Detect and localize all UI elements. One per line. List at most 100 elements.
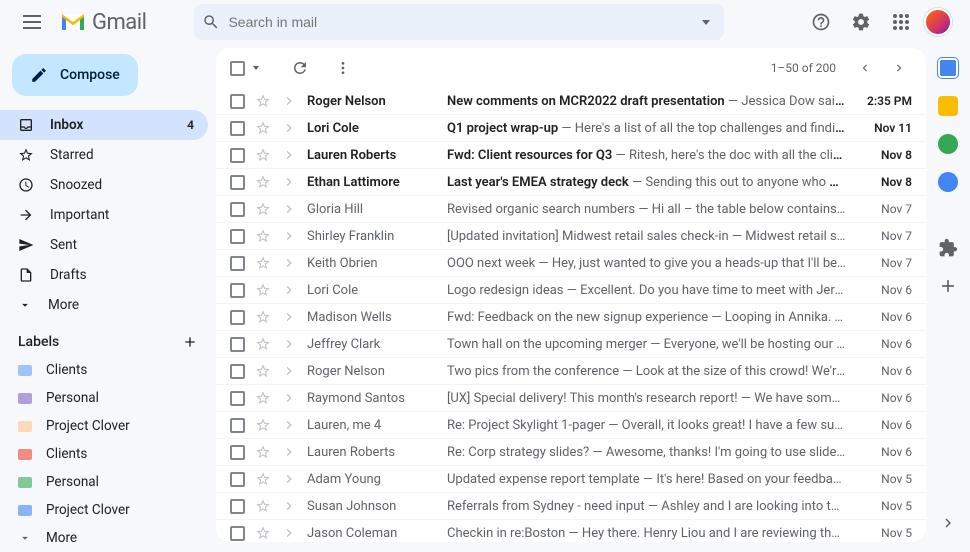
star-icon[interactable] (255, 174, 271, 190)
star-icon[interactable] (255, 336, 271, 352)
compose-button[interactable]: Compose (12, 54, 138, 96)
star-icon[interactable] (255, 363, 271, 379)
more-button[interactable] (335, 60, 351, 76)
important-icon[interactable] (281, 444, 297, 460)
support-button[interactable] (804, 5, 838, 39)
mail-checkbox[interactable] (230, 364, 245, 379)
mail-row[interactable]: Jason ColemanCheckin in re:Boston — Hey … (216, 520, 926, 542)
mail-row[interactable]: Madison WellsFwd: Feedback on the new si… (216, 304, 926, 331)
important-icon[interactable] (281, 471, 297, 487)
mail-checkbox[interactable] (230, 499, 245, 514)
mail-row[interactable]: Ethan LattimoreLast year's EMEA strategy… (216, 169, 926, 196)
select-menu-caret[interactable] (253, 66, 259, 70)
nav-important[interactable]: Important (0, 200, 208, 230)
star-icon[interactable] (255, 471, 271, 487)
refresh-button[interactable] (291, 59, 309, 77)
collapse-panel-button[interactable] (939, 514, 957, 532)
mail-row[interactable]: Jeffrey ClarkTown hall on the upcoming m… (216, 331, 926, 358)
star-icon[interactable] (255, 417, 271, 433)
mail-row[interactable]: Lauren RobertsFwd: Client resources for … (216, 142, 926, 169)
nav-sent[interactable]: Sent (0, 230, 208, 260)
mail-row[interactable]: Lauren, me 4Re: Project Skylight 1-pager… (216, 412, 926, 439)
important-icon[interactable] (281, 417, 297, 433)
label-item[interactable]: Clients (0, 440, 208, 468)
mail-row[interactable]: Roger NelsonTwo pics from the conference… (216, 358, 926, 385)
important-icon[interactable] (281, 390, 297, 406)
mail-row[interactable]: Raymond Santos[UX] Special delivery! Thi… (216, 385, 926, 412)
mail-checkbox[interactable] (230, 121, 245, 136)
nav-starred[interactable]: Starred (0, 140, 208, 170)
nav-more[interactable]: More (0, 290, 208, 320)
mail-checkbox[interactable] (230, 391, 245, 406)
mail-row[interactable]: Lori ColeQ1 project wrap-up — Here's a l… (216, 115, 926, 142)
star-icon[interactable] (255, 93, 271, 109)
main-menu-button[interactable] (12, 2, 52, 42)
settings-button[interactable] (844, 5, 878, 39)
mail-checkbox[interactable] (230, 310, 245, 325)
search-bar[interactable] (194, 4, 724, 40)
label-item[interactable]: Project Clover (0, 412, 208, 440)
star-icon[interactable] (255, 201, 271, 217)
select-all-checkbox[interactable] (230, 61, 245, 76)
mail-row[interactable]: Lori ColeLogo redesign ideas — Excellent… (216, 277, 926, 304)
calendar-app-icon[interactable] (938, 58, 958, 78)
star-icon[interactable] (255, 282, 271, 298)
mail-row[interactable]: Roger NelsonNew comments on MCR2022 draf… (216, 88, 926, 115)
prev-page-button[interactable] (852, 51, 878, 85)
mail-checkbox[interactable] (230, 94, 245, 109)
label-item[interactable]: Personal (0, 468, 208, 496)
star-icon[interactable] (255, 444, 271, 460)
star-icon[interactable] (255, 390, 271, 406)
mail-checkbox[interactable] (230, 175, 245, 190)
important-icon[interactable] (281, 363, 297, 379)
star-icon[interactable] (255, 120, 271, 136)
star-icon[interactable] (255, 147, 271, 163)
important-icon[interactable] (281, 147, 297, 163)
search-options-caret[interactable] (702, 20, 710, 25)
important-icon[interactable] (281, 255, 297, 271)
search-input[interactable] (228, 14, 694, 30)
label-item[interactable]: Personal (0, 384, 208, 412)
mail-row[interactable]: Susan JohnsonReferrals from Sydney - nee… (216, 493, 926, 520)
important-icon[interactable] (281, 93, 297, 109)
important-icon[interactable] (281, 174, 297, 190)
mail-row[interactable]: Lauren RobertsRe: Corp strategy slides? … (216, 439, 926, 466)
star-icon[interactable] (255, 309, 271, 325)
label-item[interactable]: Clients (0, 356, 208, 384)
important-icon[interactable] (281, 525, 297, 541)
keep-app-icon[interactable] (938, 96, 958, 116)
mail-checkbox[interactable] (230, 283, 245, 298)
mail-row[interactable]: Adam YoungUpdated expense report templat… (216, 466, 926, 493)
important-icon[interactable] (281, 228, 297, 244)
mail-checkbox[interactable] (230, 472, 245, 487)
star-icon[interactable] (255, 498, 271, 514)
star-icon[interactable] (255, 228, 271, 244)
mail-checkbox[interactable] (230, 445, 245, 460)
nav-inbox[interactable]: Inbox4 (0, 110, 208, 140)
nav-snoozed[interactable]: Snoozed (0, 170, 208, 200)
mail-checkbox[interactable] (230, 256, 245, 271)
important-icon[interactable] (281, 282, 297, 298)
contacts-app-icon[interactable] (938, 172, 958, 192)
important-icon[interactable] (281, 498, 297, 514)
labels-more[interactable]: More (0, 524, 208, 552)
mail-row[interactable]: Shirley Franklin[Updated invitation] Mid… (216, 223, 926, 250)
mail-row[interactable]: Gloria HillRevised organic search number… (216, 196, 926, 223)
nav-drafts[interactable]: Drafts (0, 260, 208, 290)
mail-checkbox[interactable] (230, 526, 245, 541)
account-avatar[interactable] (924, 8, 952, 36)
label-item[interactable]: Project Clover (0, 496, 208, 524)
mail-checkbox[interactable] (230, 148, 245, 163)
mail-checkbox[interactable] (230, 418, 245, 433)
gmail-logo[interactable]: Gmail (60, 10, 146, 35)
important-icon[interactable] (281, 336, 297, 352)
important-icon[interactable] (281, 120, 297, 136)
mail-row[interactable]: Keith ObrienOOO next week — Hey, just wa… (216, 250, 926, 277)
add-label-button[interactable] (182, 334, 198, 350)
mail-checkbox[interactable] (230, 337, 245, 352)
mail-checkbox[interactable] (230, 229, 245, 244)
star-icon[interactable] (255, 255, 271, 271)
important-icon[interactable] (281, 201, 297, 217)
add-app-button[interactable] (938, 276, 958, 296)
important-icon[interactable] (281, 309, 297, 325)
